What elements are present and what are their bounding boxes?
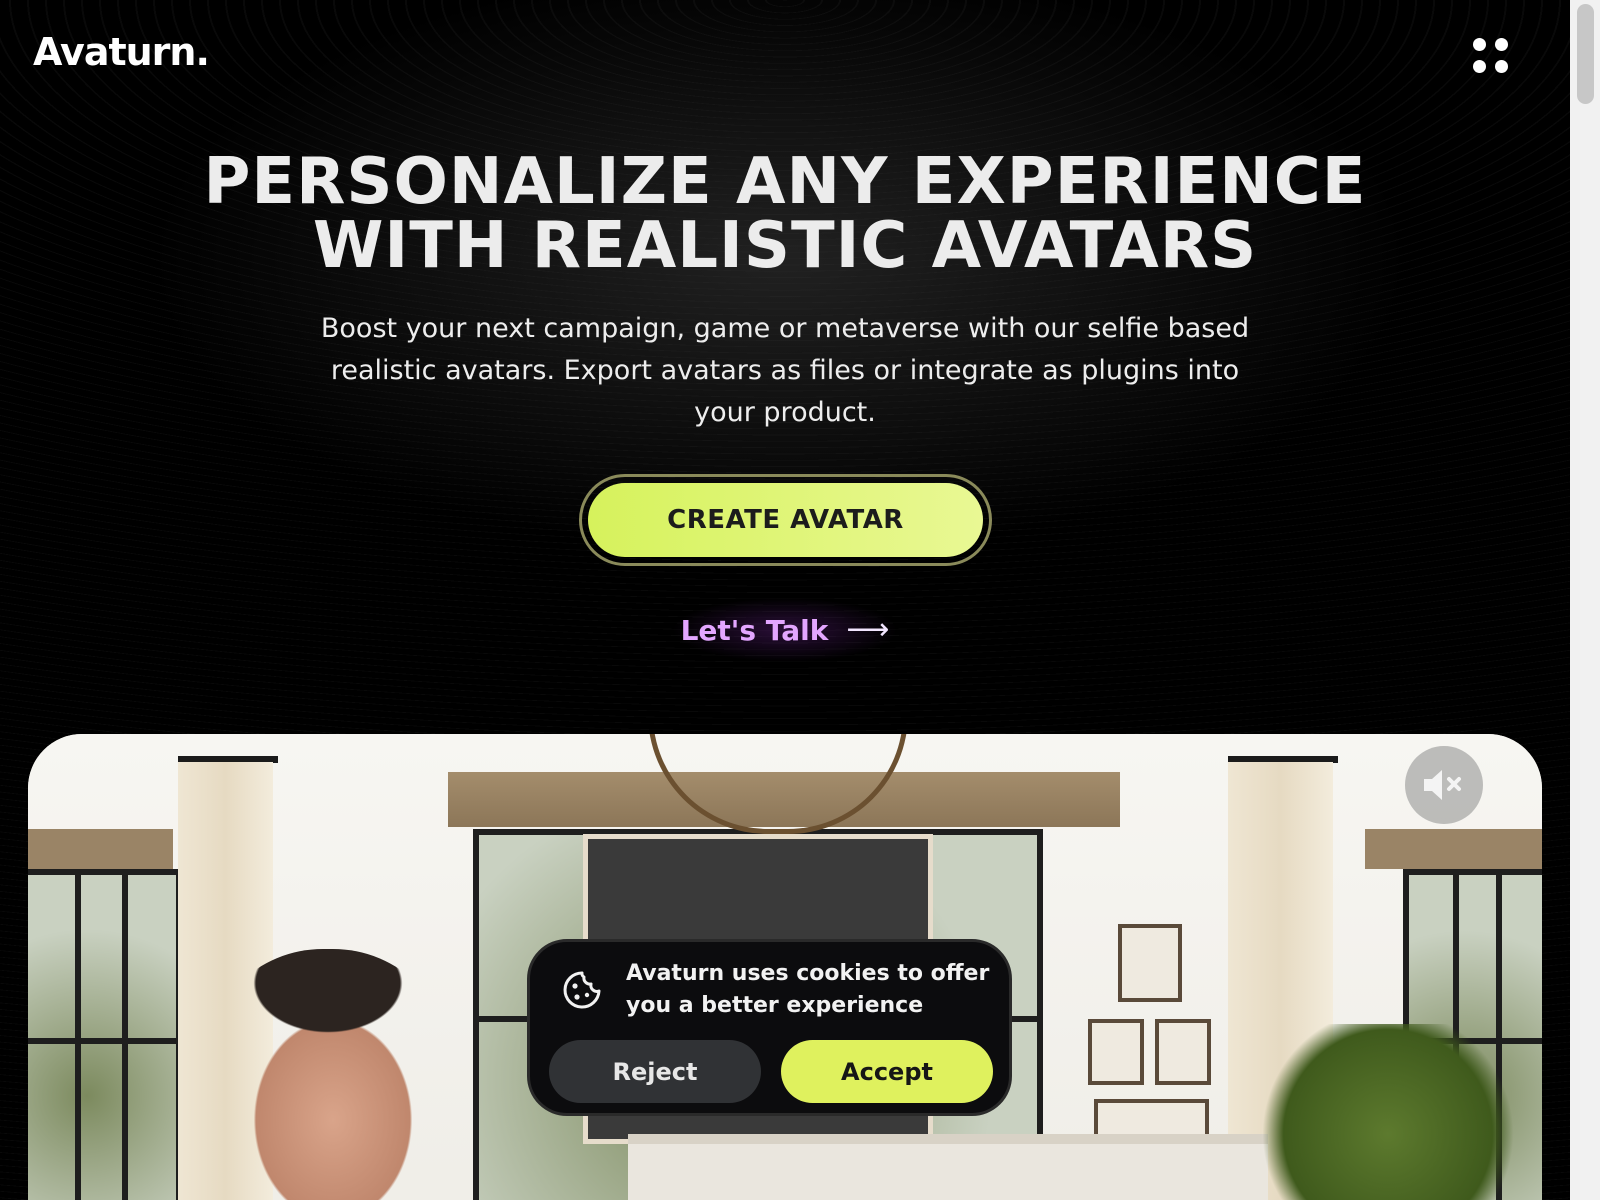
- cookie-icon: [563, 971, 601, 1009]
- video-window: [28, 869, 182, 1200]
- cookie-banner: Avaturn uses cookies to offer you a bett…: [527, 939, 1012, 1116]
- create-avatar-ring: CREATE AVATAR: [579, 474, 992, 566]
- video-person: [203, 949, 453, 1200]
- scrollbar-thumb[interactable]: [1577, 4, 1594, 104]
- video-plant: [1253, 1024, 1523, 1200]
- cookie-message-line-2: you a better experience: [626, 993, 924, 1018]
- reject-cookies-button[interactable]: Reject: [549, 1040, 761, 1103]
- video-frame: [1118, 924, 1182, 1002]
- dots-grid-icon: [1495, 60, 1508, 73]
- arrow-right-icon: ⟶: [846, 612, 890, 647]
- cookie-message-line-1: Avaturn uses cookies to offer: [626, 961, 990, 986]
- create-avatar-button[interactable]: CREATE AVATAR: [588, 483, 983, 557]
- mute-button[interactable]: [1405, 746, 1483, 824]
- video-beam: [28, 829, 173, 869]
- dots-grid-icon: [1473, 38, 1486, 51]
- avaturn-logo[interactable]: Avaturn.: [33, 30, 210, 74]
- cookie-message: Avaturn uses cookies to offer you a bett…: [626, 958, 1006, 1022]
- subtext-line-3: your product.: [694, 397, 876, 428]
- lets-talk-label: Let's Talk: [680, 613, 829, 647]
- dots-grid-icon: [1473, 60, 1486, 73]
- hero-subtext: Boost your next campaign, game or metave…: [300, 308, 1270, 434]
- video-frame: [1088, 1019, 1144, 1085]
- subtext-line-2: realistic avatars. Export avatars as fil…: [330, 355, 1240, 386]
- headline-line-1: PERSONALIZE ANY EXPERIENCE: [203, 145, 1367, 219]
- subtext-line-1: Boost your next campaign, game or metave…: [320, 313, 1250, 344]
- hero-headline: PERSONALIZE ANY EXPERIENCE WITH REALISTI…: [0, 150, 1570, 278]
- scrollbar[interactable]: [1570, 0, 1600, 1200]
- lets-talk-link[interactable]: Let's Talk ⟶: [640, 590, 930, 670]
- page: Avaturn. PERSONALIZE ANY EXPERIENCE WITH…: [0, 0, 1570, 1200]
- video-beam: [1365, 829, 1542, 869]
- menu-button[interactable]: [1473, 36, 1540, 76]
- video-frame: [1155, 1019, 1211, 1085]
- headline-line-2: WITH REALISTIC AVATARS: [312, 209, 1258, 283]
- accept-cookies-button[interactable]: Accept: [781, 1040, 993, 1103]
- speaker-muted-icon: [1424, 770, 1461, 800]
- video-fireplace: [628, 1134, 1268, 1200]
- dots-grid-icon: [1495, 38, 1508, 51]
